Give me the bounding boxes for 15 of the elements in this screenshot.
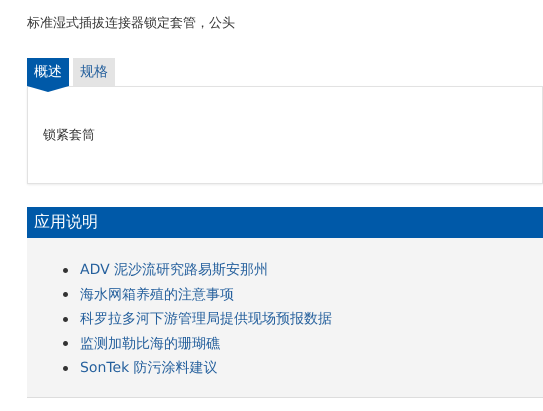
note-link[interactable]: 海水网箱养殖的注意事项 [80, 286, 234, 304]
section-header: 应用说明 [27, 207, 543, 238]
bullet-icon [63, 341, 68, 346]
note-link[interactable]: ADV 泥沙流研究路易斯安那州 [80, 261, 268, 280]
bullet-icon [63, 268, 68, 273]
note-link[interactable]: 科罗拉多河下游管理局提供现场预报数据 [80, 310, 332, 328]
bullet-icon [63, 292, 68, 298]
panel-text: 锁紧套筒 [43, 127, 95, 144]
product-title: 标准湿式插拔连接器锁定套管，公头 [27, 15, 236, 33]
bullet-icon [63, 316, 68, 322]
bullet-icon [63, 366, 68, 371]
note-link[interactable]: SonTek 防污涂料建议 [80, 359, 218, 378]
note-link[interactable]: 监测加勒比海的珊瑚礁 [80, 334, 220, 353]
tab[interactable]: 概述 [27, 58, 69, 92]
tab[interactable]: 规格 [73, 58, 115, 86]
